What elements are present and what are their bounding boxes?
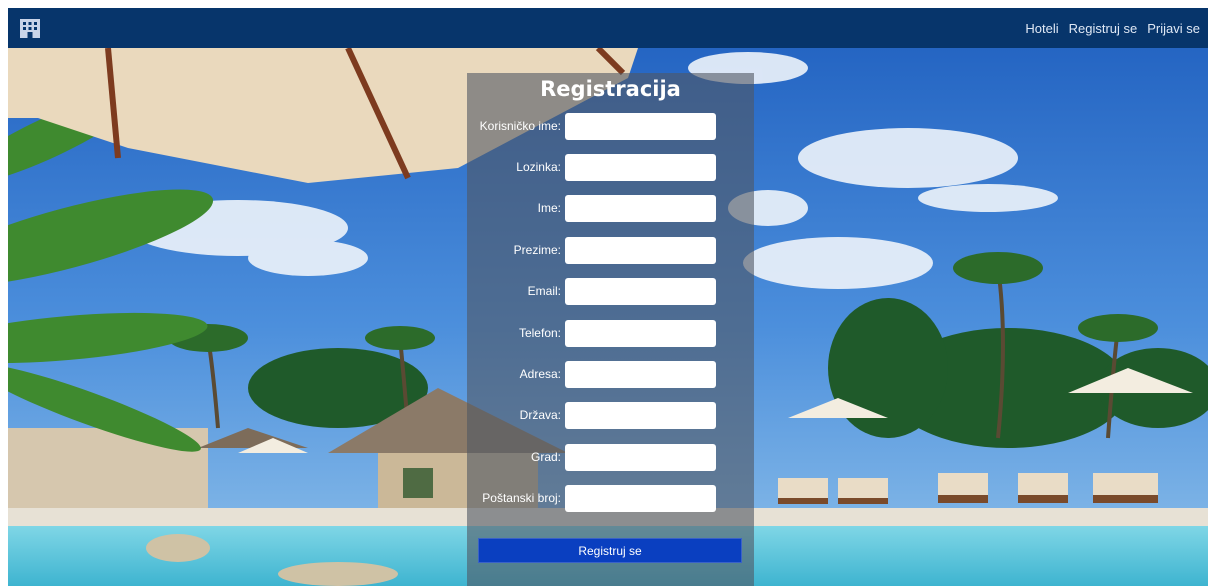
first-name-label: Ime: <box>537 201 561 215</box>
username-input[interactable] <box>565 113 716 140</box>
password-label: Lozinka: <box>516 160 561 174</box>
address-input[interactable] <box>565 361 716 388</box>
form-row-city: Grad: <box>467 444 754 471</box>
hotel-building-icon[interactable] <box>18 16 42 40</box>
postal-code-input[interactable] <box>565 485 716 512</box>
last-name-input[interactable] <box>565 237 716 264</box>
form-row-first-name: Ime: <box>467 195 754 222</box>
last-name-label: Prezime: <box>513 243 561 257</box>
email-input[interactable] <box>565 278 716 305</box>
register-button[interactable]: Registruj se <box>478 538 742 563</box>
phone-input[interactable] <box>565 320 716 347</box>
postal-code-label: Poštanski broj: <box>482 491 561 505</box>
password-input[interactable] <box>565 154 716 181</box>
form-row-phone: Telefon: <box>467 320 754 347</box>
city-label: Grad: <box>530 450 561 464</box>
nav-link-registruj-se[interactable]: Registruj se <box>1069 21 1138 36</box>
nav-link-prijavi-se[interactable]: Prijavi se <box>1147 21 1200 36</box>
first-name-input[interactable] <box>565 195 716 222</box>
page-frame: Hoteli Registruj se Prijavi se Registrac… <box>8 8 1208 586</box>
form-row-username: Korisničko ime: <box>467 113 754 140</box>
country-label: Država: <box>519 408 561 422</box>
form-row-address: Adresa: <box>467 361 754 388</box>
form-row-country: Država: <box>467 402 754 429</box>
phone-label: Telefon: <box>518 326 561 340</box>
country-input[interactable] <box>565 402 716 429</box>
form-row-password: Lozinka: <box>467 154 754 181</box>
address-label: Adresa: <box>519 367 561 381</box>
nav-link-hoteli[interactable]: Hoteli <box>1025 21 1058 36</box>
registration-title: Registracija <box>540 77 681 101</box>
form-row-last-name: Prezime: <box>467 237 754 264</box>
city-input[interactable] <box>565 444 716 471</box>
form-row-postal-code: Poštanski broj: <box>467 485 754 512</box>
email-label: Email: <box>527 284 561 298</box>
username-label: Korisničko ime: <box>479 119 561 133</box>
nav-links: Hoteli Registruj se Prijavi se <box>1025 8 1200 48</box>
form-row-email: Email: <box>467 278 754 305</box>
registration-panel: Registracija Korisničko ime: Lozinka: Im… <box>467 73 754 586</box>
top-navbar: Hoteli Registruj se Prijavi se <box>8 8 1208 48</box>
